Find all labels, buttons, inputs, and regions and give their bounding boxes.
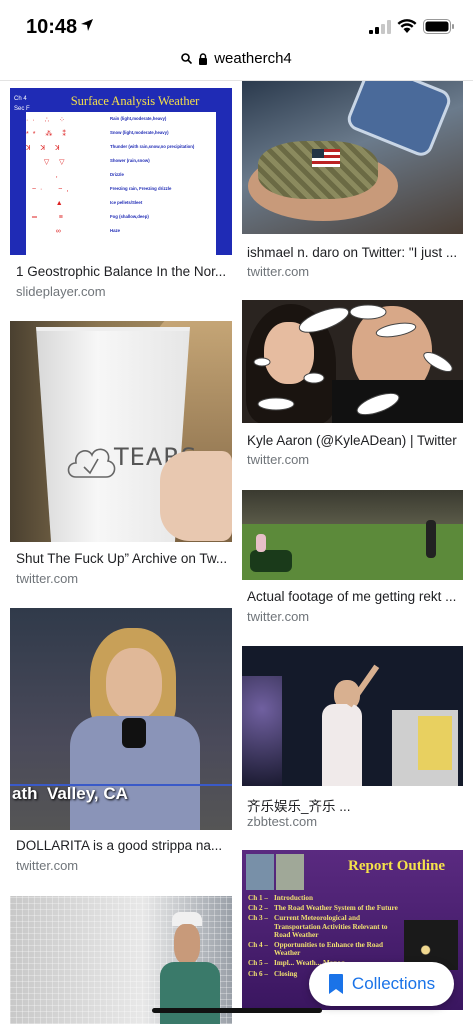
result-source: twitter.com [247,452,310,467]
slide-row-text: Opportunities to Enhance the Road Weathe… [274,941,384,958]
result-source: twitter.com [16,858,79,873]
toy-car [250,550,292,572]
location-arrow-icon [81,19,93,31]
url-text: weatherch4 [214,50,292,67]
cloud-checkmark-icon [67,448,116,478]
slide-row: Fog (shallow,deep) [110,214,149,219]
result-thumbnail[interactable]: Ch 4 Sec F Surface Analysis Weather ·· ∴… [10,88,232,255]
result-title[interactable]: DOLLARITA is a good strippa na... [16,838,228,853]
slide-corner-label: Ch 4 [14,96,27,102]
microphone-icon [122,718,146,748]
result-title[interactable]: Kyle Aaron (@KyleADean) | Twitter [247,433,459,448]
result-thumbnail[interactable]: TEARS [10,321,232,542]
freezing-rain-symbol-icon: ~· ~, [26,186,73,193]
drizzle-symbol-icon: , [26,172,62,179]
slide-row: Rain (light,moderate,heavy) [110,116,167,121]
hand [160,451,232,541]
result-thumbnail[interactable] [242,300,463,423]
result-source: twitter.com [247,609,310,624]
result-title[interactable]: Actual footage of me getting rekt ... [247,589,459,604]
slide-row: Drizzle [110,172,124,177]
lock-icon [199,52,208,65]
bookmark-icon [328,974,343,994]
scribble-overlay [253,304,453,416]
shower-symbol-icon: ▽ ▽ [26,159,69,166]
snow-symbol-icon: ** ⁂ ⁑ [26,131,70,138]
slide-header: Surface Analysis Weather [70,94,200,108]
result-thumbnail[interactable] [242,646,463,786]
rain-symbol-icon: ·· ∴ ⁘ [26,117,69,124]
result-thumbnail[interactable] [242,490,463,580]
result-thumbnail[interactable] [242,81,463,234]
slide-row-chapter: Ch 3 – [248,914,268,923]
slide-row-chapter: Ch 4 – [248,941,268,950]
slide-body: ·· ∴ ⁘ ** ⁂ ⁑ ꓘ ꓘ ꓘ ▽ ▽ , ~· ~, ▲ ═ ≡ ∞ … [26,112,216,255]
result-thumbnail[interactable]: ath Valley, CA [10,608,232,830]
slide-row: Snow (light,moderate,heavy) [110,130,169,135]
result-thumbnail[interactable] [10,896,232,1024]
slide-row-chapter: Ch 1 – [248,894,268,902]
slide-row-chapter: Ch 2 – [248,904,268,913]
thunder-symbol-icon: ꓘ ꓘ ꓘ [26,145,64,152]
result-source: twitter.com [16,571,79,586]
haze-symbol-icon: ∞ [26,228,65,235]
result-title[interactable]: ishmael n. daro on Twitter: "I just ... [247,245,459,260]
result-title[interactable]: 齐乐娱乐_齐乐 ... [247,795,459,815]
home-indicator[interactable] [152,1008,322,1013]
slide-row: Shower (rain,snow) [110,158,150,163]
search-icon [181,53,193,64]
status-bar: 10:48 [0,0,473,44]
battery-icon [423,19,454,34]
result-title[interactable]: 1 Geostrophic Balance In the Nor... [16,264,228,279]
slide-row-text: Current Meteorological and Transportatio… [274,914,388,939]
slide-row-text: Introduction [274,894,314,902]
slide-row-chapter: Ch 5 – [248,959,268,968]
collections-label: Collections [351,974,436,993]
address-bar[interactable]: weatherch4 [0,46,473,76]
slide-row: Ice pellets/Sleet [110,200,143,205]
slide-row-text: Closing [274,969,298,978]
fog-symbol-icon: ═ ≡ [26,214,67,221]
slide-row-chapter: Ch 6 – [248,969,268,978]
slide-row: Haze [110,228,121,233]
cellular-signal-icon [369,20,391,34]
collections-button[interactable]: Collections [309,962,454,1006]
result-source: zbbtest.com [247,814,318,829]
slide-row: Freezing rain, Freezing drizzle [110,186,172,191]
status-time: 10:48 [26,16,78,38]
result-source: slideplayer.com [16,284,106,299]
wifi-icon [397,19,417,33]
slide-header: Report Outline [348,858,446,874]
result-title[interactable]: Shut The Fuck Up” Archive on Tw... [16,551,228,566]
flag-icon [312,149,340,167]
result-source: twitter.com [247,264,310,279]
slide-row: Thunder (with rain,snow,no precipitation… [110,144,195,149]
sleet-symbol-icon: ▲ [26,200,67,207]
slide-row-text: The Road Weather System of the Future [274,904,398,913]
news-caption: ath Valley, CA [12,784,128,803]
